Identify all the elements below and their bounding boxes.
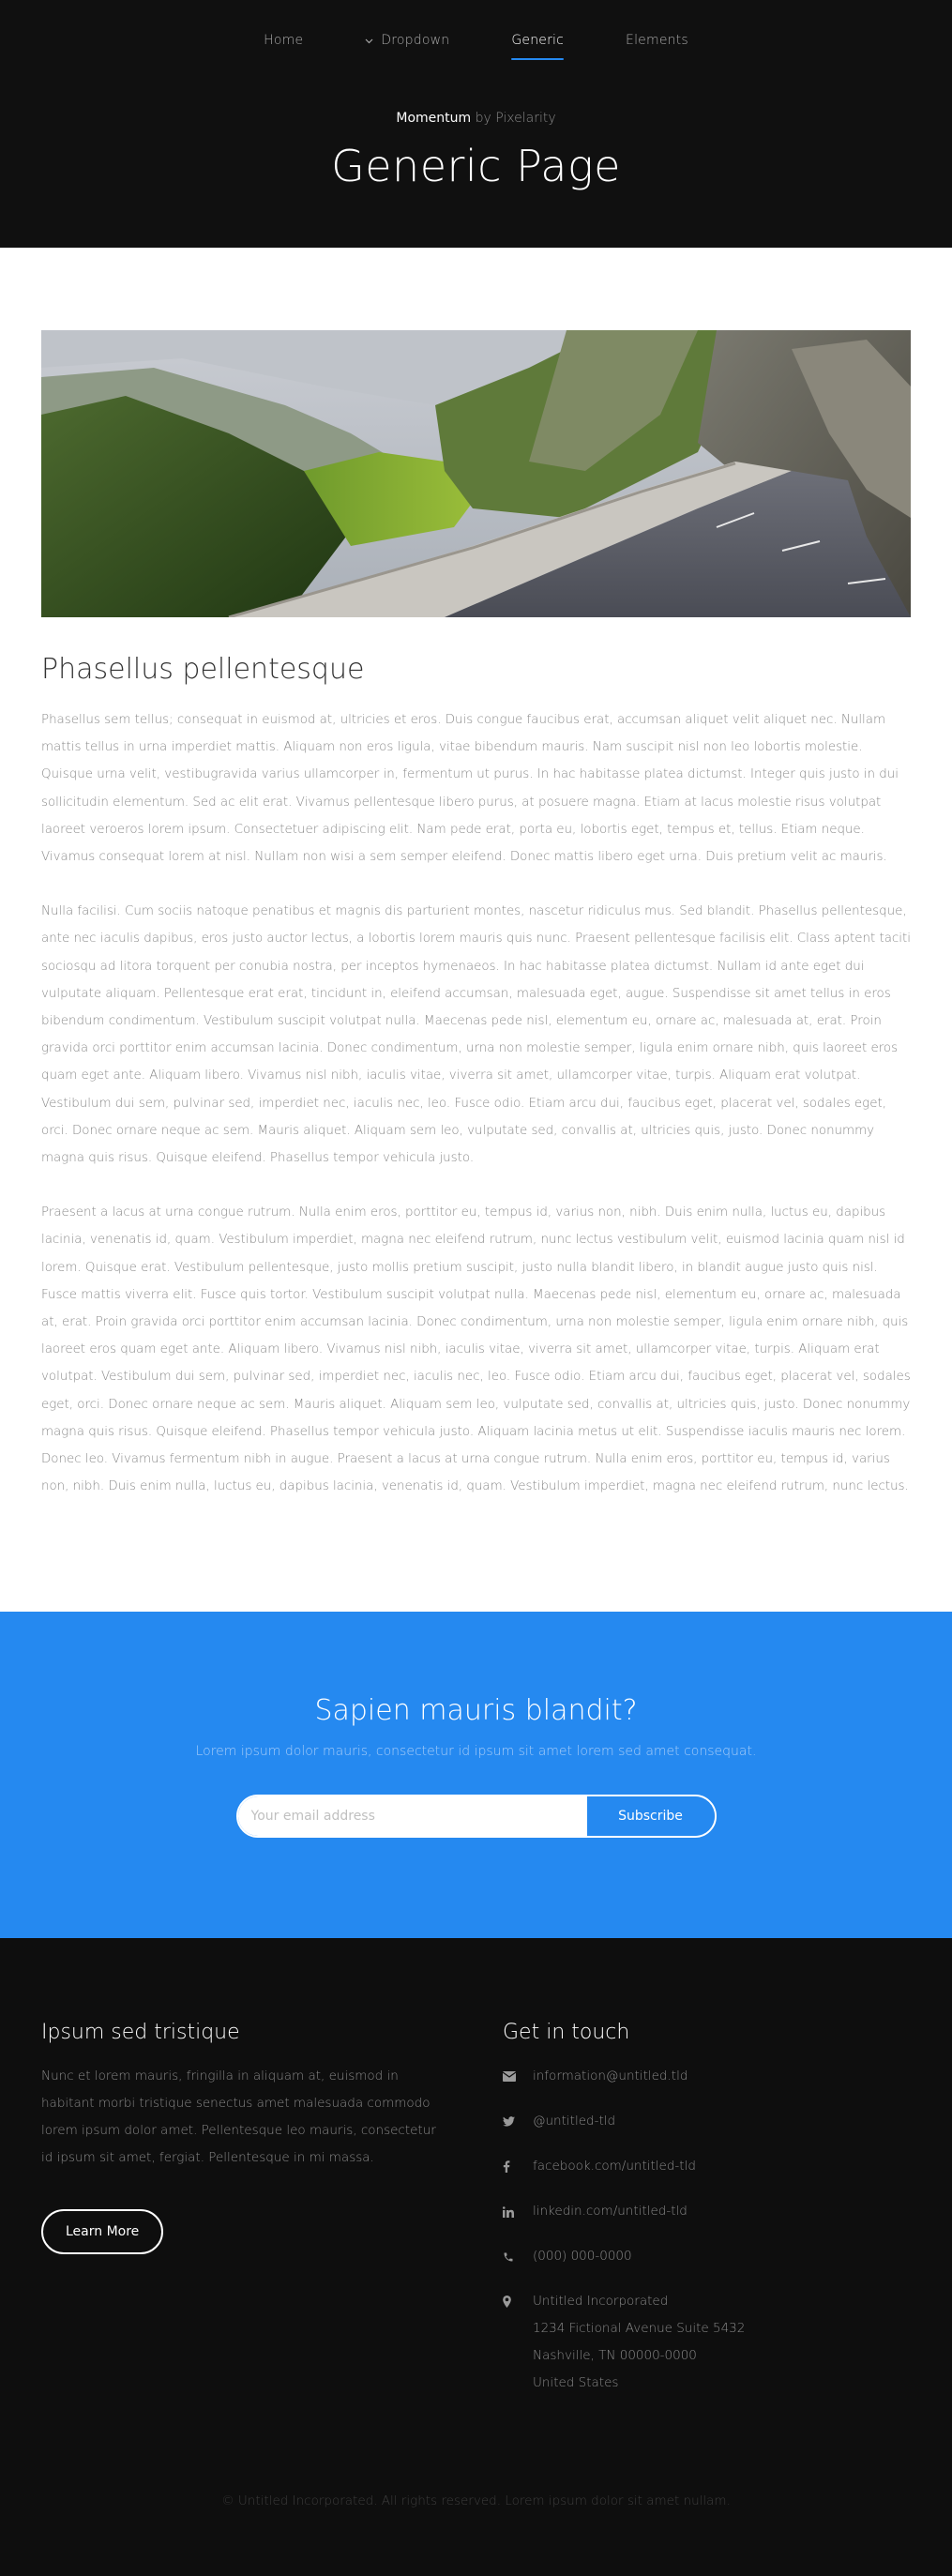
page-title: Generic Page <box>331 141 621 191</box>
copyright-text: © Untitled Incorporated. All rights rese… <box>221 2493 731 2509</box>
contact-email[interactable]: information@untitled.tld <box>503 2063 911 2090</box>
contact-phone[interactable]: (000) 000-0000 <box>503 2243 911 2270</box>
newsletter-subtitle: Lorem ipsum dolor mauris, consectetur id… <box>195 1744 757 1760</box>
main-content: Phasellus pellentesque Phasellus sem tel… <box>0 248 952 1613</box>
nav-item-label: Home <box>264 33 304 48</box>
contact-linkedin[interactable]: linkedin.com/untitled-tld <box>503 2198 911 2225</box>
nav-item-elements[interactable]: Elements <box>595 21 719 60</box>
contact-text: linkedin.com/untitled-tld <box>533 2204 688 2220</box>
address-line: Untitled Incorporated <box>533 2294 669 2310</box>
contact-facebook[interactable]: facebook.com/untitled-tld <box>503 2153 911 2180</box>
newsletter-section: Sapien mauris blandit? Lorem ipsum dolor… <box>0 1612 952 1939</box>
contact-text: (000) 000-0000 <box>533 2249 632 2265</box>
site-byline: Momentum by Pixelarity <box>0 111 952 126</box>
footer-about-heading: Ipsum sed tristique <box>41 2021 240 2045</box>
contact-text: facebook.com/untitled-tld <box>533 2159 696 2174</box>
footer-contact-heading: Get in touch <box>503 2021 630 2045</box>
byline-suffix: by Pixelarity <box>475 111 556 126</box>
envelope-icon <box>503 2063 533 2090</box>
nav-item-label: Elements <box>626 33 688 48</box>
contact-text: information@untitled.tld <box>533 2068 688 2084</box>
twitter-icon <box>503 2108 533 2135</box>
map-marker-icon <box>503 2288 533 2315</box>
linkedin-icon <box>503 2198 533 2225</box>
contact-twitter[interactable]: @untitled-tld <box>503 2108 911 2135</box>
nav-item-dropdown[interactable]: Dropdown <box>334 21 480 60</box>
footer-about: Ipsum sed tristique Nunc et lorem mauris… <box>41 2021 503 2415</box>
nav-item-label: Dropdown <box>381 33 450 48</box>
body-paragraph: Phasellus sem tellus; consequat in euism… <box>41 713 899 865</box>
nav-item-generic[interactable]: Generic <box>480 21 595 60</box>
contact-list: information@untitled.tld @untitled-tld f… <box>503 2063 911 2397</box>
subscribe-button[interactable]: Subscribe <box>586 1796 715 1837</box>
chevron-down-icon <box>365 35 373 47</box>
newsletter-title: Sapien mauris blandit? <box>314 1694 638 1728</box>
site-footer: Ipsum sed tristique Nunc et lorem mauris… <box>0 1938 952 2576</box>
site-header: Home Dropdown Generic Elements Momentum … <box>0 0 952 248</box>
nav-item-label: Generic <box>511 33 565 48</box>
email-field[interactable] <box>237 1796 587 1837</box>
brand-name[interactable]: Momentum <box>396 111 471 126</box>
learn-more-button[interactable]: Learn More <box>41 2209 164 2255</box>
contact-address: Untitled Incorporated 1234 Fictional Ave… <box>503 2288 911 2397</box>
body-paragraph: Nulla facilisi. Cum sociis natoque penat… <box>41 904 911 1166</box>
footer-contact: Get in touch information@untitled.tld @u… <box>503 2021 911 2415</box>
address-line: Nashville, TN 00000-0000 <box>533 2348 697 2364</box>
contact-text: @untitled-tld <box>533 2114 616 2129</box>
newsletter-form: Subscribe <box>235 1795 717 1839</box>
address-line: 1234 Fictional Avenue Suite 5432 <box>533 2321 746 2337</box>
hero-image <box>41 330 911 617</box>
section-title: Phasellus pellentesque <box>41 653 365 686</box>
nav-item-home[interactable]: Home <box>233 21 334 60</box>
main-nav: Home Dropdown Generic Elements <box>0 0 952 81</box>
address-line: United States <box>533 2375 619 2391</box>
phone-icon <box>503 2243 533 2270</box>
footer-about-text: Nunc et lorem mauris, fringilla in aliqu… <box>41 2068 436 2166</box>
body-paragraph: Praesent a lacus at urna congue rutrum. … <box>41 1205 911 1494</box>
facebook-icon <box>503 2153 533 2180</box>
